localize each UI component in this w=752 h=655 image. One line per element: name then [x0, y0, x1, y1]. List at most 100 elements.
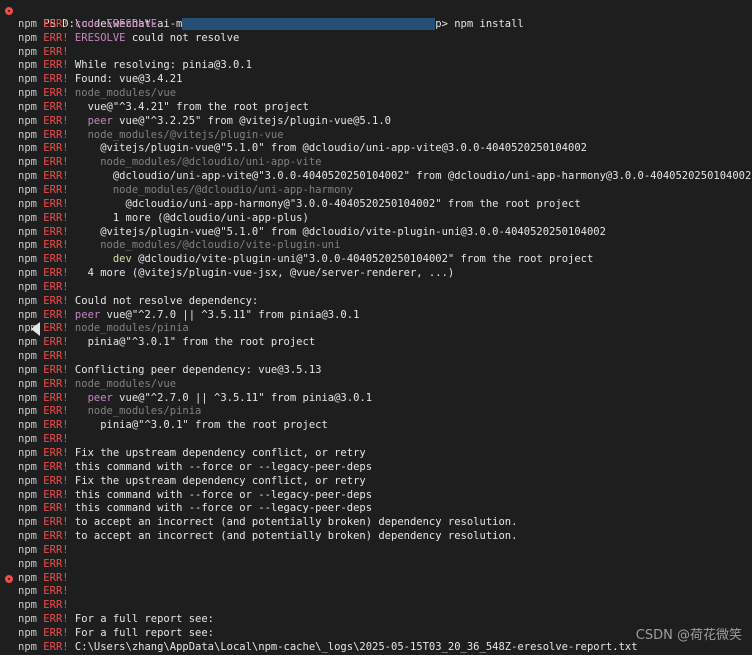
npm-prefix: npm	[18, 59, 44, 72]
log-line: npm ERR!	[0, 572, 752, 586]
log-text: For a full report see:	[74, 626, 214, 639]
err-tag: ERR!	[43, 405, 69, 418]
log-text: pinia@"^3.0.1" from the root project	[74, 419, 328, 432]
log-text: this command with --force or --legacy-pe…	[74, 502, 373, 515]
npm-prefix: npm	[18, 585, 44, 598]
log-line: npm ERR! node_modules/@dcloudio/uni-app-…	[0, 184, 752, 198]
err-tag: ERR!	[43, 350, 69, 363]
log-line: npm ERR! code ERESOLVE	[0, 18, 752, 32]
log-line: npm ERR! @dcloudio/uni-app-vite@"3.0.0-4…	[0, 170, 752, 184]
npm-prefix: npm	[18, 31, 44, 44]
log-text: C:\Users\zhang\AppData\Local\npm-cache\_…	[74, 640, 638, 653]
npm-prefix: npm	[18, 87, 44, 100]
err-tag: ERR!	[43, 211, 69, 224]
log-text: vue@"^2.7.0 || ^3.5.11" from pinia@3.0.1	[100, 308, 360, 321]
err-tag: ERR!	[43, 488, 69, 501]
npm-prefix: npm	[18, 640, 44, 653]
log-text: this command with --force or --legacy-pe…	[74, 460, 373, 473]
err-tag: ERR!	[43, 142, 69, 155]
err-tag: ERR!	[43, 100, 69, 113]
log-line: npm ERR! node_modules/@dcloudio/vite-plu…	[0, 239, 752, 253]
log-line: npm ERR!	[0, 544, 752, 558]
log-text: ERESOLVE	[74, 31, 126, 44]
log-text: @dcloudio/vite-plugin-uni@"3.0.0-4040520…	[131, 253, 594, 266]
npm-prefix: npm	[18, 377, 44, 390]
log-line: npm ERR!	[0, 433, 752, 447]
err-tag: ERR!	[43, 530, 69, 543]
log-line: npm ERR!	[0, 599, 752, 613]
npm-prefix: npm	[18, 419, 44, 432]
log-text: node_modules/@vitejs/plugin-vue	[74, 128, 284, 141]
err-tag: ERR!	[43, 294, 69, 307]
npm-prefix: npm	[18, 142, 44, 155]
err-tag: ERR!	[43, 516, 69, 529]
npm-prefix: npm	[18, 433, 44, 446]
err-tag: ERR!	[43, 363, 69, 376]
err-tag: ERR!	[43, 502, 69, 515]
log-text: @vitejs/plugin-vue@"5.1.0" from @dcloudi…	[74, 225, 606, 238]
err-tag: ERR!	[43, 156, 69, 169]
log-text: For a full report see:	[74, 613, 214, 626]
log-text: @vitejs/plugin-vue@"5.1.0" from @dcloudi…	[74, 142, 587, 155]
err-tag: ERR!	[43, 45, 69, 58]
npm-prefix: npm	[18, 183, 44, 196]
err-tag: ERR!	[43, 626, 69, 639]
log-text: Fix the upstream dependency conflict, or…	[74, 447, 366, 459]
log-text: node_modules/vue	[74, 87, 177, 100]
err-tag: ERR!	[43, 599, 69, 612]
log-line: npm ERR! ERESOLVE could not resolve	[0, 32, 752, 46]
collapse-arrow-icon[interactable]	[31, 322, 40, 336]
npm-prefix: npm	[18, 350, 44, 363]
log-line: npm ERR! Fix the upstream dependency con…	[0, 447, 752, 461]
err-tag: ERR!	[43, 640, 69, 653]
log-line: npm ERR! to accept an incorrect (and pot…	[0, 516, 752, 530]
log-line: npm ERR! 4 more (@vitejs/plugin-vue-jsx,…	[0, 267, 752, 281]
err-tag: ERR!	[43, 280, 69, 293]
error-circle-icon	[5, 7, 13, 15]
log-text: pinia@"^3.0.1" from the root project	[74, 336, 316, 349]
err-tag: ERR!	[43, 460, 69, 473]
npm-prefix: npm	[18, 253, 44, 266]
err-tag: ERR!	[43, 87, 69, 100]
log-text: code ERESOLVE	[74, 17, 158, 30]
npm-prefix: npm	[18, 613, 44, 626]
log-line: npm ERR! this command with --force or --…	[0, 502, 752, 516]
log-line: npm ERR! node_modules/vue	[0, 378, 752, 392]
log-line: npm ERR!	[0, 281, 752, 295]
log-text: could not resolve	[125, 31, 240, 44]
npm-prefix: npm	[18, 530, 44, 543]
npm-log-lines: npm ERR! code ERESOLVE npm ERR! ERESOLVE …	[0, 18, 752, 655]
log-line: npm ERR!	[0, 558, 752, 572]
err-tag: ERR!	[43, 447, 69, 459]
err-tag: ERR!	[43, 613, 69, 626]
err-tag: ERR!	[43, 73, 69, 86]
log-line: npm ERR! peer vue@"^2.7.0 || ^3.5.11" fr…	[0, 392, 752, 406]
terminal-output[interactable]: PS D:\code\wechat-ai-m p> npm install np…	[0, 0, 752, 653]
npm-prefix: npm	[18, 557, 44, 570]
npm-prefix: npm	[18, 100, 44, 113]
log-text: While resolving: pinia@3.0.1	[74, 59, 252, 72]
err-tag: ERR!	[43, 59, 69, 72]
err-tag: ERR!	[43, 170, 69, 183]
npm-prefix: npm	[18, 114, 44, 127]
log-line: npm ERR! Could not resolve dependency:	[0, 295, 752, 309]
log-line: npm ERR! @dcloudio/uni-app-harmony@"3.0.…	[0, 198, 752, 212]
err-tag: ERR!	[43, 128, 69, 141]
err-tag: ERR!	[43, 239, 69, 252]
err-tag: ERR!	[43, 419, 69, 432]
log-text: @dcloudio/uni-app-vite@"3.0.0-4040520250…	[74, 170, 752, 183]
npm-prefix: npm	[18, 267, 44, 280]
log-line: npm ERR!	[0, 350, 752, 364]
npm-prefix: npm	[18, 128, 44, 141]
log-text: node_modules/@dcloudio/uni-app-harmony	[74, 183, 354, 196]
err-tag: ERR!	[43, 433, 69, 446]
log-line: npm ERR! this command with --force or --…	[0, 489, 752, 503]
log-text: dev	[74, 253, 132, 266]
log-line: npm ERR!	[0, 585, 752, 599]
error-circle-icon	[5, 574, 13, 583]
log-line: npm ERR! node_modules/@vitejs/plugin-vue	[0, 129, 752, 143]
log-line: npm ERR! this command with --force or --…	[0, 461, 752, 475]
err-tag: ERR!	[43, 225, 69, 238]
npm-prefix: npm	[18, 488, 44, 501]
npm-prefix: npm	[18, 516, 44, 529]
